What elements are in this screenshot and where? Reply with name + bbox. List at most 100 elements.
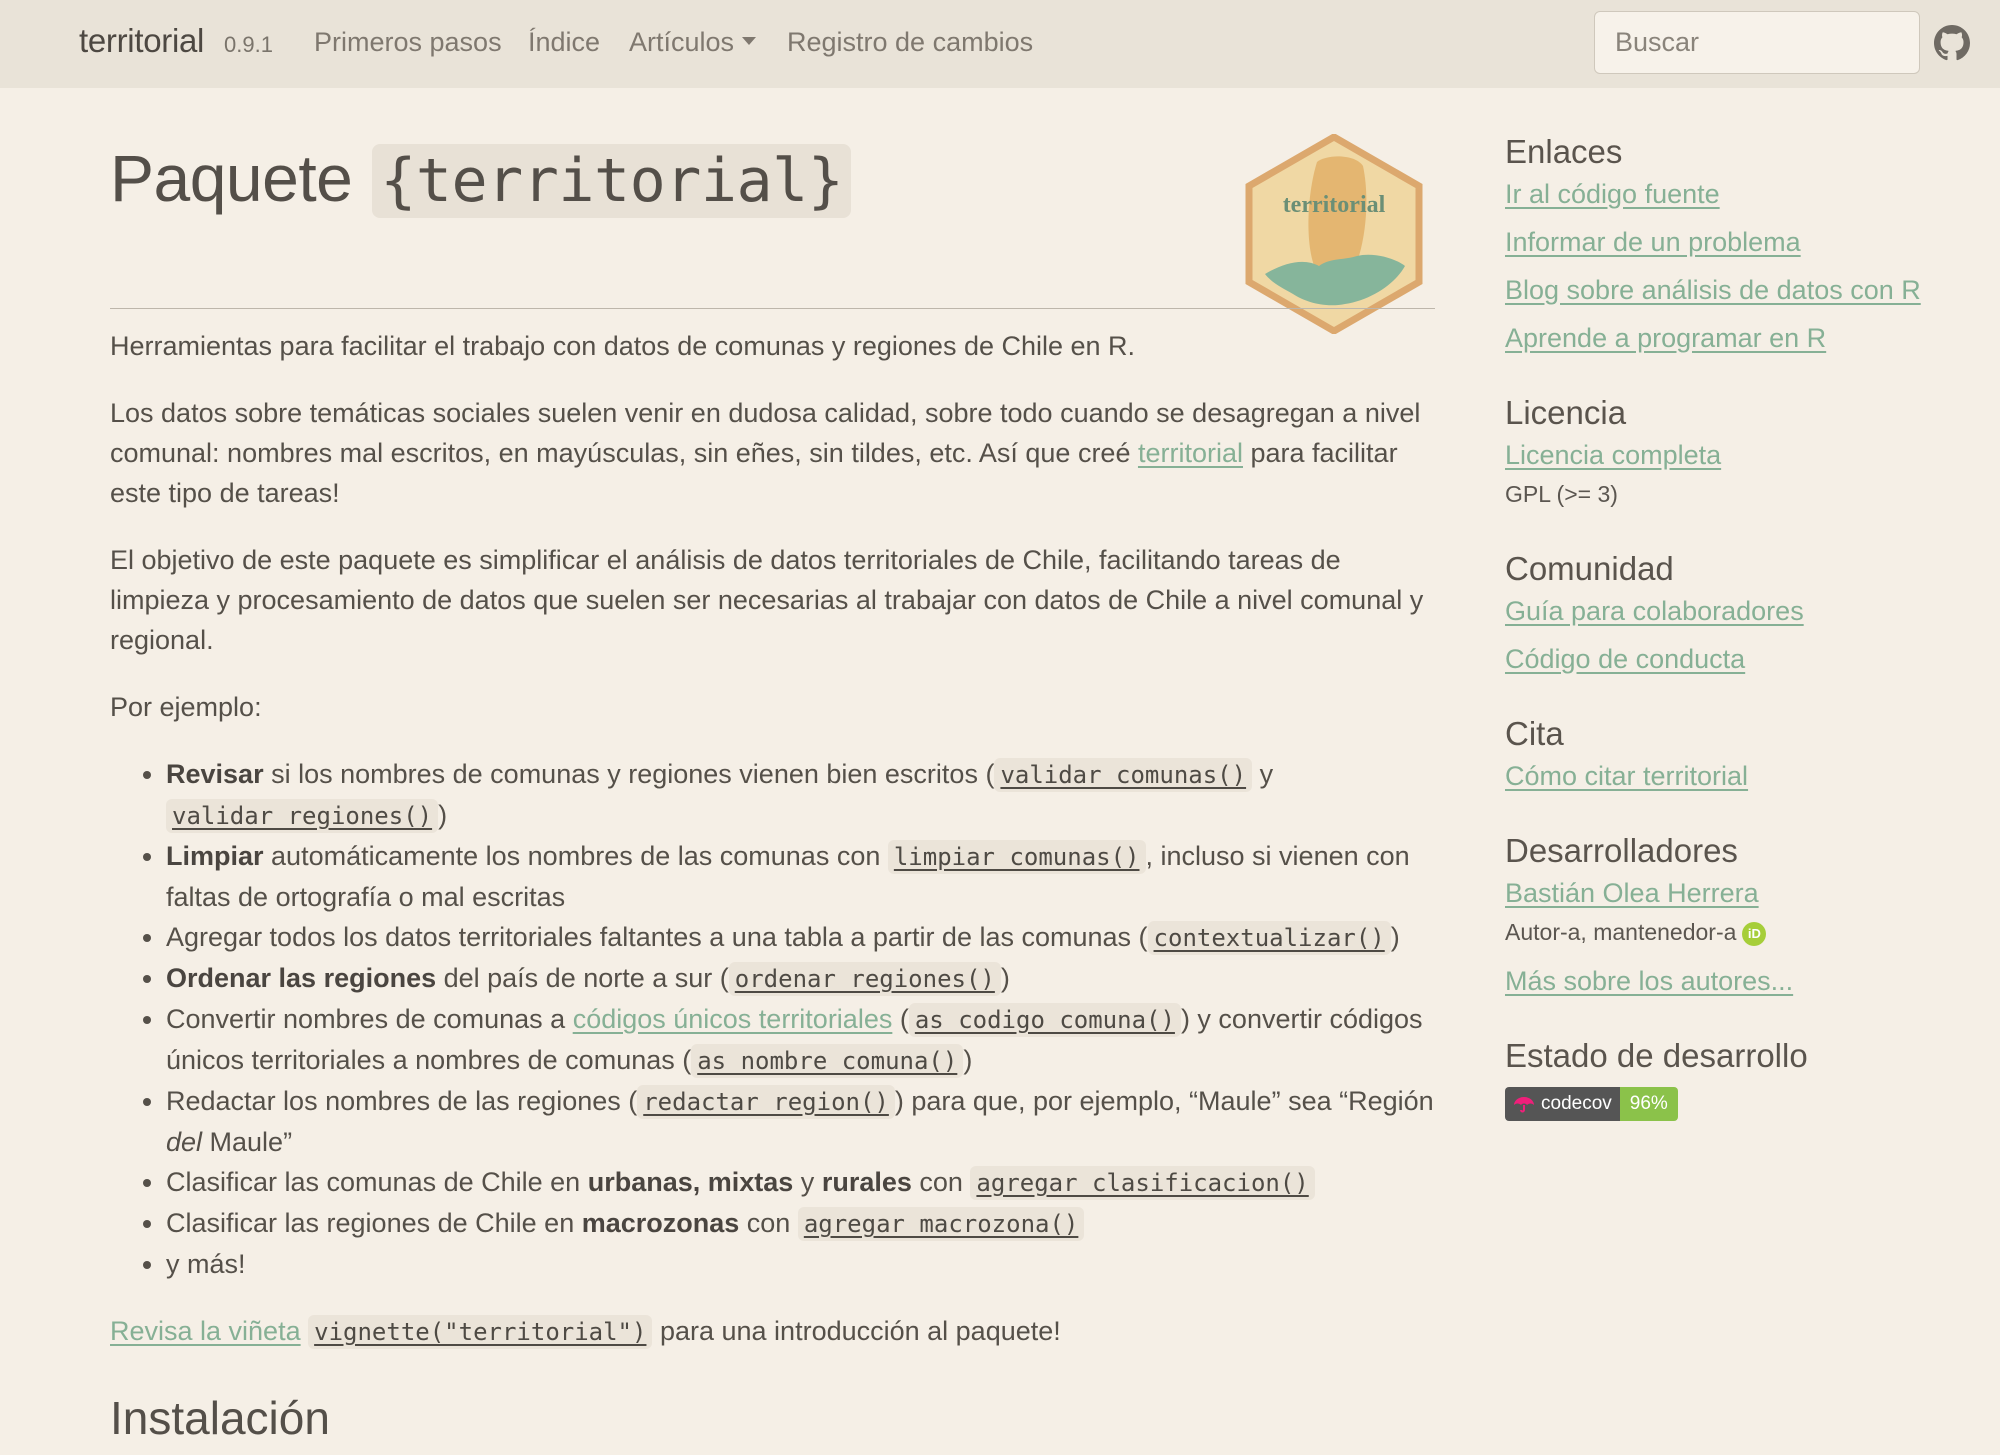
license-link[interactable]: Licencia completa [1505, 440, 1975, 471]
bold-text: urbanas, mixtas [587, 1167, 794, 1197]
function-link[interactable]: as_codigo_comuna() [908, 1003, 1181, 1037]
report-issue-link[interactable]: Informar de un problema [1505, 227, 1975, 258]
vignette-paragraph: Revisa la viñeta vignette("territorial")… [110, 1311, 1435, 1352]
item-text: ) [1390, 922, 1400, 952]
item-text: Convertir nombres de comunas a [166, 1004, 573, 1034]
item-text: ) [1000, 963, 1010, 993]
item-text: con [911, 1167, 971, 1197]
function-link[interactable]: validar_regiones() [166, 799, 439, 833]
vignette-text: para una introducción al paquete! [652, 1316, 1061, 1346]
developer-role-text: Autor-a, mantenedor-a [1505, 919, 1737, 945]
developer-role: Autor-a, mantenedor-a iD [1505, 919, 1975, 946]
vignette-link[interactable]: Revisa la viñeta [110, 1316, 301, 1346]
brand-link[interactable]: territorial [79, 22, 204, 60]
territorial-link[interactable]: territorial [1138, 438, 1243, 468]
page-header: Paquete {territorial} [110, 140, 1435, 250]
item-text: Clasificar las comunas de Chile en [166, 1167, 588, 1197]
logo-text: territorial [1283, 192, 1386, 218]
item-text: automáticamente los nombres de las comun… [263, 841, 888, 871]
installation-heading: Instalación [110, 1392, 330, 1444]
more-authors-link[interactable]: Más sobre los autores... [1505, 966, 1975, 997]
item-text: ( [892, 1004, 909, 1034]
cite-link[interactable]: Cómo citar territorial [1505, 761, 1975, 792]
item-text: ) [438, 800, 448, 830]
orcid-icon[interactable]: iD [1742, 921, 1767, 946]
list-item: y más! [166, 1244, 1435, 1284]
developer-name-link[interactable]: Bastián Olea Herrera [1505, 878, 1975, 909]
github-icon[interactable] [1934, 25, 1970, 61]
list-item: Clasificar las comunas de Chile en urban… [166, 1162, 1435, 1203]
codecov-badge[interactable]: codecov 96% [1505, 1087, 1678, 1121]
item-text: del país de norte a sur ( [436, 963, 729, 993]
list-item: Ordenar las regiones del país de norte a… [166, 958, 1435, 999]
function-link[interactable]: agregar_macrozona() [797, 1207, 1085, 1241]
list-item: Agregar todos los datos territoriales fa… [166, 917, 1435, 958]
function-link[interactable]: as_nombre_comuna() [691, 1044, 964, 1078]
function-link[interactable]: redactar_region() [637, 1085, 895, 1119]
page-title: Paquete {territorial} [110, 140, 852, 218]
bold-text: Ordenar las regiones [166, 963, 437, 993]
codigos-unicos-link[interactable]: códigos únicos territoriales [573, 1004, 893, 1034]
links-heading: Enlaces [1505, 133, 1623, 170]
nav-articulos-dropdown[interactable]: Artículos [629, 27, 757, 58]
bold-text: macrozonas [581, 1208, 740, 1238]
function-link[interactable]: ordenar_regiones() [728, 962, 1001, 996]
nav-articulos-label: Artículos [629, 27, 735, 57]
function-link[interactable]: limpiar_comunas() [887, 840, 1146, 874]
badge-value-text: 96% [1619, 1087, 1678, 1121]
function-link[interactable]: agregar_clasificacion() [970, 1166, 1315, 1200]
codecov-badge-label: codecov [1505, 1087, 1620, 1121]
paragraph-datos: Los datos sobre temáticas sociales suele… [110, 393, 1435, 513]
contributors-guide-link[interactable]: Guía para colaboradores [1505, 596, 1975, 627]
community-heading: Comunidad [1505, 550, 1674, 587]
function-link[interactable]: contextualizar() [1147, 921, 1391, 955]
badge-label-text: codecov [1541, 1093, 1612, 1114]
item-text: con [739, 1208, 798, 1238]
paragraph-ejemplo: Por ejemplo: [110, 692, 262, 722]
license-heading: Licencia [1505, 394, 1627, 431]
list-item: Redactar los nombres de las regiones (re… [166, 1081, 1435, 1162]
bold-text: Limpiar [166, 841, 264, 871]
item-text: y más! [166, 1249, 246, 1279]
features-list: Revisar si los nombres de comunas y regi… [166, 754, 1435, 1284]
source-code-link[interactable]: Ir al código fuente [1505, 179, 1975, 210]
learn-r-link[interactable]: Aprende a programar en R [1505, 323, 1975, 354]
search-input[interactable] [1594, 11, 1920, 74]
bold-text: Revisar [166, 759, 264, 789]
code-of-conduct-link[interactable]: Código de conducta [1505, 644, 1975, 675]
cite-heading: Cita [1505, 715, 1564, 752]
blog-link[interactable]: Blog sobre análisis de datos con R [1505, 275, 1975, 306]
top-navbar: territorial 0.9.1 Primeros pasos Índice … [0, 0, 2000, 88]
vignette-code-link[interactable]: vignette("territorial") [308, 1315, 653, 1349]
page-title-code: {territorial} [372, 144, 852, 218]
page-title-text: Paquete [110, 141, 371, 215]
item-text: Redactar los nombres de las regiones ( [166, 1086, 638, 1116]
list-item: Limpiar automáticamente los nombres de l… [166, 836, 1435, 917]
item-text: y [793, 1167, 822, 1197]
item-text: ) para que, por ejemplo, “Maule” sea “Re… [894, 1086, 1434, 1116]
readme-body: Herramientas para facilitar el trabajo c… [110, 326, 1435, 1444]
umbrella-icon [1514, 1097, 1534, 1113]
license-text: GPL (>= 3) [1505, 481, 1618, 507]
paragraph-objetivo: El objetivo de este paquete es simplific… [110, 545, 1424, 655]
dev-status-heading: Estado de desarrollo [1505, 1037, 1808, 1074]
nav-primeros-pasos[interactable]: Primeros pasos [314, 27, 502, 58]
list-item: Revisar si los nombres de comunas y regi… [166, 754, 1435, 836]
developers-heading: Desarrolladores [1505, 832, 1738, 869]
package-logo-icon: territorial [1245, 134, 1423, 334]
nav-registro-cambios[interactable]: Registro de cambios [787, 27, 1033, 58]
list-item: Convertir nombres de comunas a códigos ú… [166, 999, 1435, 1081]
title-divider [110, 308, 1435, 309]
nav-indice[interactable]: Índice [528, 27, 600, 58]
version-badge: 0.9.1 [224, 32, 273, 57]
item-text: Maule” [202, 1127, 293, 1157]
sidebar: Enlaces Ir al código fuente Informar de … [1505, 133, 1975, 1121]
item-text: si los nombres de comunas y regiones vie… [263, 759, 995, 789]
item-text: Clasificar las regiones de Chile en [166, 1208, 582, 1238]
item-text: ) [963, 1045, 973, 1075]
italic-text: del [166, 1127, 203, 1157]
bold-text: rurales [821, 1167, 912, 1197]
function-link[interactable]: validar_comunas() [994, 758, 1253, 792]
intro-paragraph: Herramientas para facilitar el trabajo c… [110, 331, 1136, 361]
list-item: Clasificar las regiones de Chile en macr… [166, 1203, 1435, 1244]
